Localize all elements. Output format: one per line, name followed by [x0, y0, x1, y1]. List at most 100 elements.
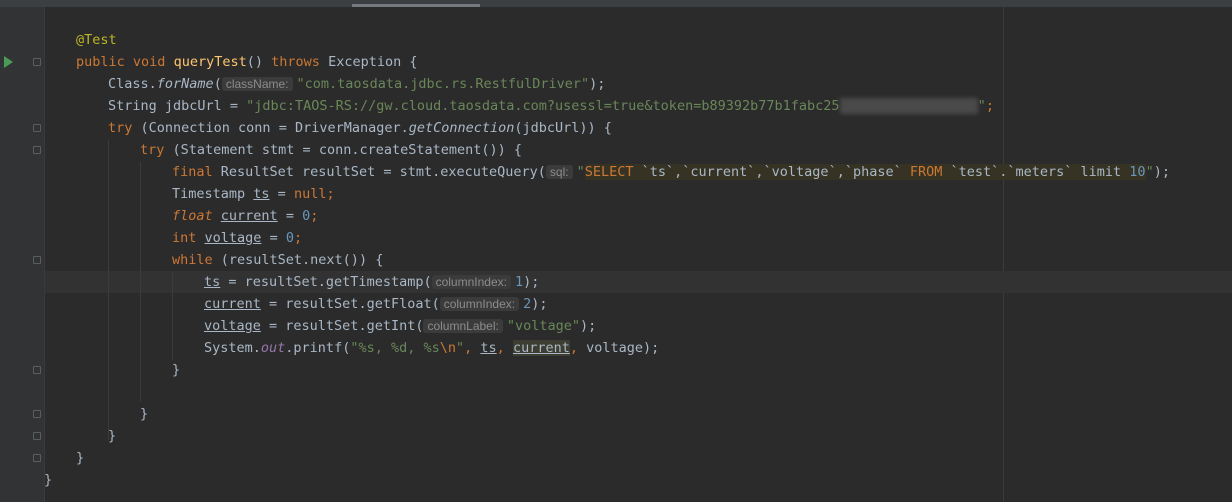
code-line-8[interactable]: Timestamp ts = null; — [44, 183, 335, 205]
string-literal: "jdbc:TAOS-RS://gw.cloud.taosdata.com?us… — [246, 98, 840, 114]
code-line-15[interactable]: System.out.printf("%s, %d, %s\n", ts, cu… — [44, 337, 659, 359]
code-text: = resultSet.getTimestamp( — [220, 274, 432, 290]
parameter-hint: columnLabel: — [423, 319, 503, 333]
string-literal: "com.taosdata.jdbc.rs.RestfulDriver" — [296, 76, 590, 92]
closing-brace: } — [108, 428, 117, 444]
code-line-12[interactable]: ts = resultSet.getTimestamp(columnIndex:… — [44, 271, 539, 293]
fold-icon[interactable] — [33, 454, 41, 462]
closing-brace: } — [76, 450, 85, 466]
code-text: ); — [523, 274, 540, 290]
sql-limit-number: 10 — [1129, 164, 1146, 180]
keyword-try: try — [140, 142, 165, 158]
code-line-21[interactable]: } — [44, 469, 52, 491]
code-line-5[interactable]: try (Connection conn = DriverManager.get… — [44, 117, 612, 139]
code-line-1[interactable]: @Test — [44, 29, 117, 51]
code-text: (Connection conn = DriverManager. — [132, 120, 409, 136]
code-text: Class. — [108, 76, 157, 92]
variable-current: current — [220, 208, 278, 224]
code-line-6[interactable]: try (Statement stmt = conn.createStateme… — [44, 139, 522, 161]
fold-icon[interactable] — [33, 146, 41, 154]
string-literal: "%s, %d, %s — [350, 340, 440, 356]
code-line-4[interactable]: String jdbcUrl = "jdbc:TAOS-RS://gw.clou… — [44, 95, 994, 117]
semicolon: ; — [310, 208, 319, 224]
keyword-int: int — [172, 230, 197, 246]
semicolon: ; — [326, 186, 335, 202]
string-literal: "voltage" — [506, 318, 581, 334]
run-test-icon[interactable] — [4, 56, 13, 68]
parameter-hint: sql: — [545, 165, 573, 179]
method-name: queryTest — [173, 54, 247, 70]
variable-current: current — [512, 340, 570, 356]
number-literal: 2 — [523, 296, 532, 312]
string-quote: " — [456, 340, 465, 356]
fold-icon[interactable] — [33, 410, 41, 418]
static-method: getConnection — [408, 120, 515, 136]
code-text: (Statement stmt = conn.createStatement()… — [164, 142, 523, 158]
variable-ts: ts — [204, 274, 221, 290]
code-text: ResultSet resultSet = stmt.executeQuery( — [212, 164, 546, 180]
code-line-9[interactable]: float current = 0; — [44, 205, 318, 227]
code-line-10[interactable]: int voltage = 0; — [44, 227, 302, 249]
code-text: = — [261, 230, 286, 246]
code-text: ); — [589, 76, 606, 92]
fold-icon[interactable] — [33, 256, 41, 264]
code-line-20[interactable]: } — [44, 447, 84, 469]
sql-table: `test`.`meters` limit — [942, 164, 1130, 180]
code-text: ); — [580, 318, 597, 334]
fold-icon[interactable] — [33, 124, 41, 132]
code-line-14[interactable]: voltage = resultSet.getInt(columnLabel: "… — [44, 315, 596, 337]
code-text: String jdbcUrl = — [108, 98, 247, 114]
code-line-11[interactable]: while (resultSet.next()) { — [44, 249, 383, 271]
code-line-7[interactable]: final ResultSet resultSet = stmt.execute… — [44, 161, 1170, 183]
keyword-throws: throws — [271, 54, 320, 70]
code-text: ( — [213, 76, 222, 92]
number-literal: 1 — [514, 274, 524, 290]
code-text: Timestamp — [172, 186, 254, 202]
number-literal: 0 — [302, 208, 311, 224]
keyword-while: while — [172, 252, 213, 268]
keyword-null: null — [293, 186, 327, 202]
comma: , — [464, 340, 481, 356]
closing-brace: } — [140, 406, 149, 422]
semicolon: ; — [293, 230, 303, 246]
fold-icon[interactable] — [33, 432, 41, 440]
code-text: = — [269, 186, 294, 202]
string-literal: " — [977, 98, 986, 114]
code-line-3[interactable]: Class.forName(className: "com.taosdata.jd… — [44, 73, 605, 95]
variable-voltage: voltage — [204, 230, 262, 246]
variable-voltage: voltage — [586, 340, 644, 356]
right-margin-guide — [1003, 7, 1004, 502]
code-text: ); — [1153, 164, 1170, 180]
fold-icon[interactable] — [33, 58, 41, 66]
keyword-void: void — [132, 54, 166, 70]
sql-injection: SELECT `ts`,`current`,`voltage`,`phase` … — [584, 164, 1146, 180]
exception-type: Exception { — [328, 54, 418, 70]
keyword-float: float — [172, 208, 213, 224]
code-text: = resultSet.getFloat( — [260, 296, 440, 312]
editor-tab-strip — [0, 0, 1232, 7]
comma: , — [496, 340, 513, 356]
semicolon: ; — [985, 98, 994, 114]
fold-icon[interactable] — [33, 366, 41, 374]
code-line-16[interactable]: } — [44, 359, 180, 381]
number-literal: 0 — [285, 230, 294, 246]
static-field-out: out — [260, 340, 286, 356]
sql-keyword-select: SELECT — [584, 164, 634, 180]
code-line-2[interactable]: public void queryTest() throws Exception… — [44, 51, 417, 73]
code-line-13[interactable]: current = resultSet.getFloat(columnIndex… — [44, 293, 548, 315]
annotation: @Test — [76, 32, 117, 48]
parameter-hint: columnIndex: — [439, 297, 520, 311]
variable-current: current — [204, 296, 261, 312]
comma: , — [569, 340, 587, 356]
keyword-final: final — [172, 164, 213, 180]
active-tab-indicator[interactable] — [352, 4, 480, 7]
code-line-19[interactable]: } — [44, 425, 116, 447]
parameter-hint: columnIndex: — [431, 275, 511, 289]
editor-gutter — [0, 7, 44, 502]
code-text: ); — [531, 296, 548, 312]
code-line-18[interactable]: } — [44, 403, 148, 425]
variable-ts: ts — [253, 186, 270, 202]
variable-ts: ts — [480, 340, 497, 356]
code-text: (resultSet.next()) { — [212, 252, 384, 268]
